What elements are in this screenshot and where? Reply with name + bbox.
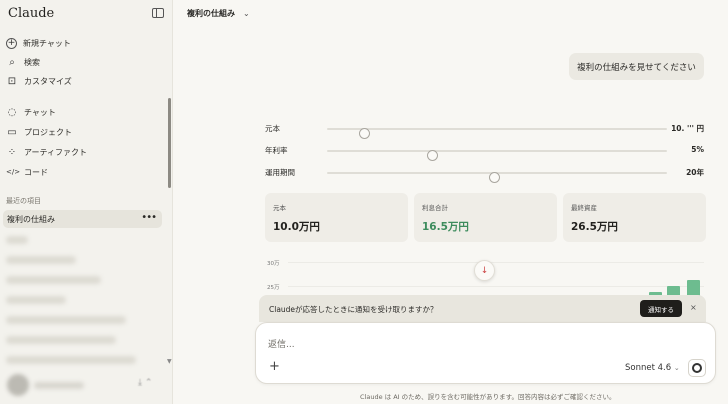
sidebar-scrollbar[interactable] xyxy=(168,98,171,188)
nav-label: チャット xyxy=(24,107,56,117)
recent-item-blurred[interactable] xyxy=(6,256,76,264)
slider-label: 運用期間 xyxy=(265,168,295,177)
slider-track[interactable] xyxy=(327,150,667,161)
nav-label: 新規チャット xyxy=(23,38,71,48)
nav-label: コード xyxy=(24,167,48,177)
notification-message: Claudeが応答したときに通知を受け取りますか？ xyxy=(269,305,438,314)
nav-code[interactable]: </> コード xyxy=(6,164,48,180)
nav-label: カスタマイズ xyxy=(24,76,72,86)
card-value: 26.5万円 xyxy=(571,221,618,233)
y-tick-label: 25万 xyxy=(267,285,280,291)
nav-new-chat[interactable]: + 新規チャット xyxy=(6,35,71,51)
conversation-title[interactable]: 複利の仕組み ⌄ xyxy=(187,8,250,19)
slider-handle[interactable] xyxy=(359,128,371,139)
nav-label: プロジェクト xyxy=(24,127,72,137)
chart-bar xyxy=(687,280,700,296)
card-title: 最終資産 xyxy=(571,204,597,212)
reply-input[interactable]: 返信... xyxy=(268,337,295,350)
chevron-down-icon: ⌄ xyxy=(243,9,250,18)
briefcase-icon: ⊡ xyxy=(7,75,17,87)
recents-heading: 最近の項目 xyxy=(6,197,41,205)
final-assets-card: 最終資産 26.5万円 xyxy=(563,193,706,242)
interest-card: 利息合計 16.5万円 xyxy=(414,193,557,242)
arrow-down-icon: ↓ xyxy=(480,265,489,276)
chat-bubble-icon: ◌ xyxy=(7,106,17,118)
code-icon: </> xyxy=(6,168,21,176)
recent-item-blurred[interactable] xyxy=(6,296,66,304)
slider-handle[interactable] xyxy=(427,150,439,161)
grid-line xyxy=(288,286,704,287)
principal-card: 元本 10.0万円 xyxy=(265,193,408,242)
user-message-text: 複利の仕組みを見せてください xyxy=(577,62,696,73)
principal-slider-row: 元本 10. ''' 円 xyxy=(265,123,708,139)
sidebar: Claude + 新規チャット ⌕ 検索 ⊡ カスタマイズ ◌ チャット ▭ プ… xyxy=(0,0,173,404)
recent-item-blurred[interactable] xyxy=(6,236,28,244)
nav-chats[interactable]: ◌ チャット xyxy=(6,104,56,120)
recent-item-blurred[interactable] xyxy=(6,276,101,284)
card-value: 10.0万円 xyxy=(273,221,320,233)
slider-handle[interactable] xyxy=(488,172,500,183)
brand-logo[interactable]: Claude xyxy=(8,6,54,21)
plus-icon[interactable]: + xyxy=(269,359,280,374)
plus-icon: + xyxy=(6,37,17,49)
card-value: 16.5万円 xyxy=(422,221,469,233)
recent-item-blurred[interactable] xyxy=(6,336,116,344)
nav-artifacts[interactable]: ⁘ アーティファクト xyxy=(6,144,87,160)
slider-track[interactable] xyxy=(327,172,667,183)
sidebar-toggle-icon[interactable] xyxy=(152,8,164,18)
disclaimer-text: Claude は AI のため、誤りを含む可能性があります。回答内容は必ずご確認… xyxy=(360,393,616,401)
slider-track[interactable] xyxy=(327,128,667,139)
voice-mode-icon[interactable] xyxy=(688,359,706,377)
download-icon[interactable]: ⤓ ⌃ xyxy=(138,378,152,388)
slider-value: 20年 xyxy=(686,168,704,177)
search-icon: ⌕ xyxy=(9,56,15,68)
nav-label: 検索 xyxy=(24,57,40,67)
slider-label: 元本 xyxy=(265,124,280,133)
slider-label: 年利率 xyxy=(265,146,288,155)
model-name: Sonnet 4.6 xyxy=(625,363,672,373)
card-title: 利息合計 xyxy=(422,204,448,212)
model-selector[interactable]: Sonnet 4.6 ⌄ xyxy=(625,363,680,373)
enable-notifications-button[interactable]: 通知する xyxy=(640,300,682,317)
recent-item-label: 複利の仕組み xyxy=(7,214,55,224)
avatar[interactable] xyxy=(7,374,29,396)
period-slider-row: 運用期間 20年 xyxy=(265,167,708,183)
user-message: 複利の仕組みを見せてください xyxy=(569,53,704,80)
slider-value: 5% xyxy=(691,145,704,154)
nav-label: アーティファクト xyxy=(24,147,88,157)
scroll-down-icon[interactable]: ▼ xyxy=(167,358,172,365)
notification-prompt: Claudeが応答したときに通知を受け取りますか？ 通知する × xyxy=(259,295,706,322)
folder-icon: ▭ xyxy=(7,126,17,138)
more-options-icon[interactable]: ••• xyxy=(141,212,157,223)
message-composer[interactable]: 返信... + Sonnet 4.6 ⌄ xyxy=(255,322,716,384)
conversation-title-text: 複利の仕組み xyxy=(187,9,235,18)
card-title: 元本 xyxy=(273,204,286,212)
recent-item-blurred[interactable] xyxy=(6,316,126,324)
nav-customize[interactable]: ⊡ カスタマイズ xyxy=(6,73,72,89)
rate-slider-row: 年利率 5% xyxy=(265,145,708,161)
close-icon[interactable]: × xyxy=(690,303,697,312)
nav-projects[interactable]: ▭ プロジェクト xyxy=(6,124,72,140)
grid-icon: ⁘ xyxy=(7,146,17,158)
y-tick-label: 30万 xyxy=(267,261,280,267)
grid-line xyxy=(288,262,704,263)
recent-item-blurred[interactable] xyxy=(6,356,136,364)
chevron-down-icon: ⌄ xyxy=(673,364,680,372)
slider-value: 10. ''' 円 xyxy=(671,124,704,133)
scroll-down-button[interactable]: ↓ xyxy=(474,260,495,281)
recent-item-active[interactable]: 複利の仕組み ••• xyxy=(3,210,162,228)
user-name-blurred[interactable] xyxy=(34,382,84,389)
nav-search[interactable]: ⌕ 検索 xyxy=(6,54,40,70)
